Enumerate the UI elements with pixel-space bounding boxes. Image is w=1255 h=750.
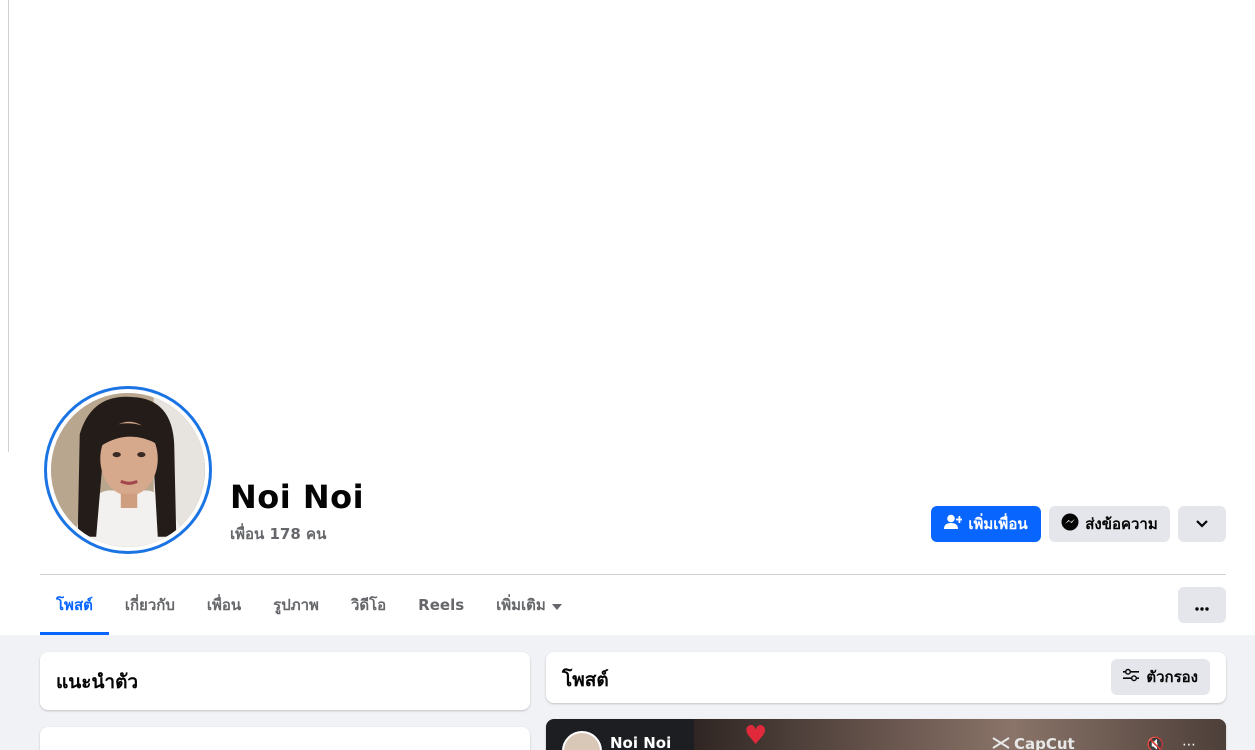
profile-name: Noi Noi xyxy=(230,478,365,516)
capcut-watermark: CapCut xyxy=(992,735,1075,750)
profile-avatar[interactable] xyxy=(51,393,205,547)
caret-down-icon xyxy=(551,596,562,614)
profile-tabs: โพสต์ เกี่ยวกับ เพื่อน รูปภาพ วิดีโอ Ree… xyxy=(40,575,578,635)
cover-photo-area xyxy=(0,0,1255,450)
tab-posts[interactable]: โพสต์ xyxy=(40,575,109,635)
tab-more-label: เพิ่มเติม xyxy=(496,596,546,614)
add-friend-button[interactable]: เพิ่มเพื่อน xyxy=(931,506,1041,542)
cover-edge-line xyxy=(8,0,9,452)
profile-photo xyxy=(51,393,205,547)
ellipsis-icon xyxy=(1195,596,1209,615)
mute-icon[interactable]: 🔇 xyxy=(1147,737,1164,750)
messenger-icon xyxy=(1061,513,1079,535)
tab-reels[interactable]: Reels xyxy=(402,575,480,635)
post-card[interactable]: ♥ Noi Noi CapCut 🔇 ⋯ xyxy=(546,719,1226,750)
tab-photos[interactable]: รูปภาพ xyxy=(257,575,335,635)
tab-friends[interactable]: เพื่อน xyxy=(191,575,257,635)
add-friend-label: เพิ่มเพื่อน xyxy=(968,515,1028,533)
capcut-logo-icon xyxy=(992,735,1010,750)
filter-label: ตัวกรอง xyxy=(1146,668,1198,686)
ellipsis-icon[interactable]: ⋯ xyxy=(1182,737,1196,750)
tabs-overflow-button[interactable] xyxy=(1178,587,1226,623)
message-label: ส่งข้อความ xyxy=(1085,515,1158,533)
post-author-name[interactable]: Noi Noi xyxy=(610,734,671,750)
post-author-avatar[interactable] xyxy=(562,731,602,750)
posts-title: โพสต์ xyxy=(562,669,609,691)
more-actions-button[interactable] xyxy=(1178,506,1226,542)
video-controls: 🔇 ⋯ xyxy=(1147,737,1196,750)
filter-sliders-icon xyxy=(1123,668,1140,686)
intro-card: แนะนำตัว xyxy=(40,652,530,710)
posts-header-card: โพสต์ ตัวกรอง xyxy=(546,652,1226,703)
heart-sticker-icon: ♥ xyxy=(744,721,768,750)
tab-more[interactable]: เพิ่มเติม xyxy=(480,575,578,635)
capcut-label: CapCut xyxy=(1014,735,1075,750)
intro-title: แนะนำตัว xyxy=(56,671,139,693)
profile-avatar-ring[interactable] xyxy=(44,386,212,554)
tab-videos[interactable]: วิดีโอ xyxy=(335,575,402,635)
chevron-down-icon xyxy=(1195,515,1209,533)
friends-count[interactable]: เพื่อน 178 คน xyxy=(230,522,326,546)
message-button[interactable]: ส่งข้อความ xyxy=(1049,506,1170,542)
filter-button[interactable]: ตัวกรอง xyxy=(1111,659,1210,695)
add-user-icon xyxy=(944,514,964,534)
left-column-card xyxy=(40,727,530,750)
tab-about[interactable]: เกี่ยวกับ xyxy=(109,575,191,635)
